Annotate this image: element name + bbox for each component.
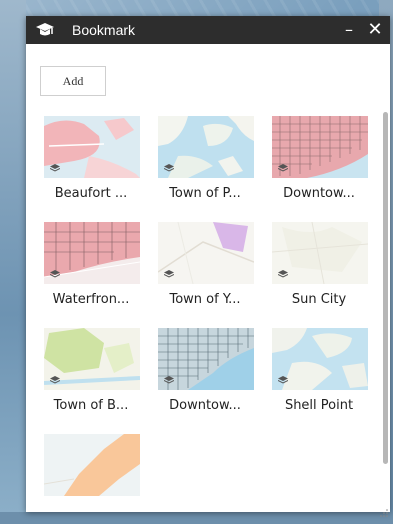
bookmark-tile[interactable]: Town of Y... (150, 222, 260, 310)
bookmark-thumbnail (272, 222, 368, 284)
bookmark-tile[interactable]: Waterfron... (36, 222, 146, 310)
bookmark-label: Town of B... (53, 398, 129, 413)
bookmark-tile[interactable]: Town of B... (36, 328, 146, 416)
layers-icon (278, 270, 288, 278)
vertical-scrollbar[interactable] (383, 112, 388, 464)
bookmark-label: Downtow... (169, 398, 241, 413)
bookmark-tile[interactable]: Town of P... (150, 116, 260, 204)
bookmark-label: Town of Y... (169, 292, 241, 307)
bookmark-tile[interactable]: Shell Point (264, 328, 374, 416)
bookmark-tile[interactable]: Downtow... (264, 116, 374, 204)
bookmark-thumbnail (44, 328, 140, 390)
layers-icon (50, 270, 60, 278)
bookmark-tile[interactable]: Downtow... (150, 328, 260, 416)
bookmark-thumbnail (44, 434, 140, 496)
layers-icon (278, 376, 288, 384)
layers-icon (164, 376, 174, 384)
layers-icon (278, 164, 288, 172)
panel-title: Bookmark (72, 22, 136, 38)
bookmark-tile[interactable]: Sun City (264, 222, 374, 310)
bookmark-thumbnail (44, 222, 140, 284)
bookmark-label: Waterfron... (52, 292, 130, 307)
map-left-edge (0, 0, 26, 524)
bookmark-thumbnail (158, 222, 254, 284)
bookmark-label: Shell Point (284, 398, 354, 413)
bookmark-tile[interactable]: Beaufort ... (36, 116, 146, 204)
bookmark-panel: Bookmark – ✕ Add Beaufort ... Town of P.… (26, 16, 390, 517)
bookmark-thumbnail (272, 328, 368, 390)
layers-icon (164, 270, 174, 278)
bookmark-thumbnail (44, 116, 140, 178)
layers-icon (50, 376, 60, 384)
bookmark-label: Downtow... (283, 186, 355, 201)
bookmark-label: Town of P... (169, 186, 241, 201)
close-button[interactable]: ✕ (366, 19, 384, 41)
bookmark-thumbnail (158, 116, 254, 178)
resize-grip-icon[interactable] (380, 502, 388, 517)
bookmark-label: Sun City (291, 292, 347, 307)
bookmark-label: Beaufort ... (54, 186, 128, 201)
layers-icon (50, 164, 60, 172)
graduation-cap-icon (35, 21, 55, 39)
add-bookmark-button[interactable]: Add (40, 66, 106, 96)
bookmark-tile[interactable] (36, 434, 146, 522)
minimize-button[interactable]: – (340, 19, 358, 41)
bookmark-thumbnail (158, 328, 254, 390)
bookmark-thumbnail (272, 116, 368, 178)
layers-icon (164, 164, 174, 172)
panel-titlebar[interactable]: Bookmark – ✕ (26, 16, 390, 44)
